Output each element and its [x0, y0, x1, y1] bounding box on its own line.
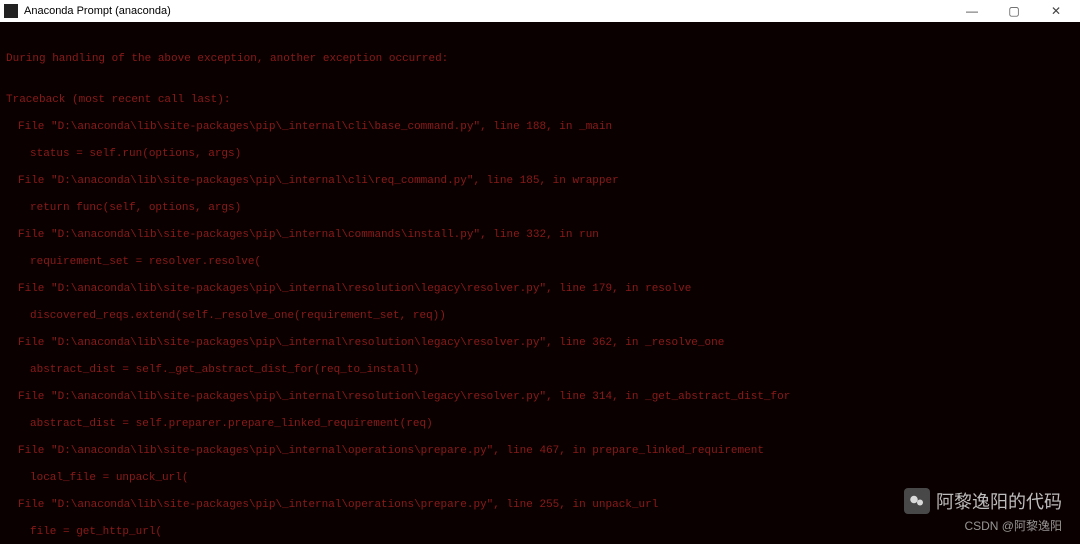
terminal-line: File "D:\anaconda\lib\site-packages\pip\… [6, 121, 1074, 135]
minimize-button[interactable]: — [960, 2, 984, 20]
terminal-line: discovered_reqs.extend(self._resolve_one… [6, 310, 1074, 324]
terminal-line: File "D:\anaconda\lib\site-packages\pip\… [6, 445, 1074, 459]
titlebar[interactable]: Anaconda Prompt (anaconda) — ▢ ✕ [0, 0, 1080, 22]
wechat-icon [904, 488, 930, 514]
terminal-line: File "D:\anaconda\lib\site-packages\pip\… [6, 391, 1074, 405]
window-controls: — ▢ ✕ [960, 2, 1076, 20]
terminal-line: file = get_http_url( [6, 526, 1074, 540]
watermark-text: 阿黎逸阳的代码 [936, 488, 1062, 514]
app-icon [4, 4, 18, 18]
window-title: Anaconda Prompt (anaconda) [24, 5, 171, 17]
csdn-watermark: CSDN @阿黎逸阳 [964, 517, 1062, 534]
terminal-line: abstract_dist = self.preparer.prepare_li… [6, 418, 1074, 432]
terminal-line: File "D:\anaconda\lib\site-packages\pip\… [6, 175, 1074, 189]
watermark: 阿黎逸阳的代码 [904, 488, 1062, 514]
terminal-line: abstract_dist = self._get_abstract_dist_… [6, 364, 1074, 378]
terminal-line: Traceback (most recent call last): [6, 94, 1074, 108]
maximize-button[interactable]: ▢ [1002, 2, 1026, 20]
terminal-output[interactable]: During handling of the above exception, … [0, 22, 1080, 544]
terminal-line: return func(self, options, args) [6, 202, 1074, 216]
terminal-line: status = self.run(options, args) [6, 148, 1074, 162]
terminal-line: requirement_set = resolver.resolve( [6, 256, 1074, 270]
terminal-line: File "D:\anaconda\lib\site-packages\pip\… [6, 337, 1074, 351]
terminal-line: During handling of the above exception, … [6, 53, 1074, 67]
window: Anaconda Prompt (anaconda) — ▢ ✕ During … [0, 0, 1080, 544]
terminal-line: File "D:\anaconda\lib\site-packages\pip\… [6, 283, 1074, 297]
terminal-line: local_file = unpack_url( [6, 472, 1074, 486]
terminal-line: File "D:\anaconda\lib\site-packages\pip\… [6, 229, 1074, 243]
close-button[interactable]: ✕ [1044, 2, 1068, 20]
